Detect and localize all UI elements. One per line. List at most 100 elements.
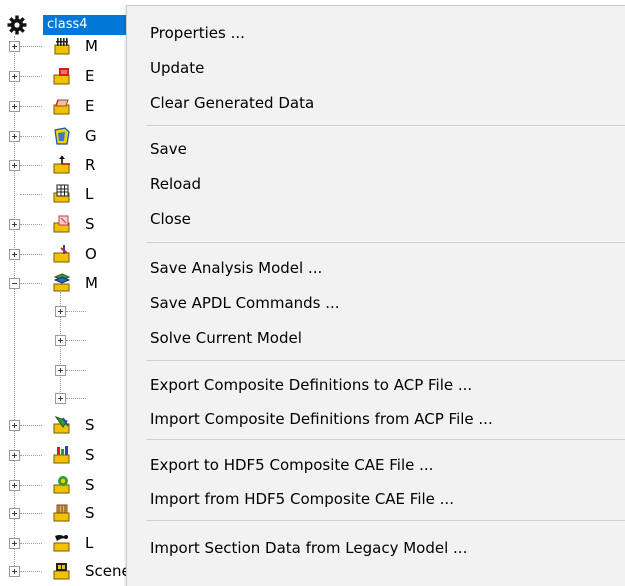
menu-item-clear-generated-data[interactable]: Clear Generated Data [127, 88, 625, 118]
menu-item-label: Import Composite Definitions from ACP Fi… [150, 410, 493, 428]
tree-connector [66, 311, 86, 312]
menu-item-properties[interactable]: Properties ... [127, 18, 625, 48]
tree-connector [20, 254, 42, 255]
gear-icon [7, 15, 27, 35]
tree-connector [20, 224, 42, 225]
menu-item-solve-current-model[interactable]: Solve Current Model [127, 323, 625, 353]
tree-node[interactable]: L [0, 183, 126, 205]
menu-item-save[interactable]: Save [127, 134, 625, 164]
expand-icon[interactable] [9, 566, 20, 577]
tree-node-label: M [85, 274, 98, 292]
expand-icon[interactable] [9, 101, 20, 112]
tree-node[interactable] [0, 329, 126, 351]
menu-item-label: Import from HDF5 Composite CAE File ... [150, 490, 454, 508]
expand-icon[interactable] [9, 41, 20, 52]
tree-connector [20, 106, 42, 107]
menu-item-close[interactable]: Close [127, 204, 625, 234]
tree-node[interactable] [0, 359, 126, 381]
solid-models-icon [53, 504, 70, 522]
tree-connector [20, 571, 42, 572]
tree-connector [20, 425, 42, 426]
expand-icon[interactable] [55, 393, 66, 404]
menu-item-update[interactable]: Update [127, 53, 625, 83]
tree-node[interactable]: M [0, 272, 126, 294]
sensors-icon [53, 476, 70, 494]
menu-item-save-apdl-commands[interactable]: Save APDL Commands ... [127, 288, 625, 318]
edge-sets-icon [53, 99, 70, 115]
expand-icon[interactable] [9, 71, 20, 82]
expand-icon[interactable] [9, 450, 20, 461]
tree-node-label: R [85, 156, 96, 174]
context-menu: Properties ... Update Clear Generated Data… [126, 5, 625, 586]
menu-item-save-analysis-model[interactable]: Save Analysis Model ... [127, 253, 625, 283]
section-cuts-icon [53, 446, 70, 464]
tree-node[interactable]: S [0, 213, 126, 235]
menu-item-label: Save APDL Commands ... [150, 294, 340, 312]
tree-node-label: S [85, 215, 95, 233]
menu-item-import-section-data-from-legacy-model[interactable]: Import Section Data from Legacy Model ..… [127, 533, 625, 563]
menu-item-export-composite-definitions-to-acp-file[interactable]: Export Composite Definitions to ACP File… [127, 370, 625, 400]
menu-separator [146, 520, 625, 521]
tree-node[interactable]: S [0, 444, 126, 466]
expand-icon[interactable] [9, 508, 20, 519]
collapse-icon[interactable] [9, 278, 20, 289]
menu-item-label: Update [150, 59, 205, 77]
tree-node[interactable]: R [0, 154, 126, 176]
tree-node[interactable] [0, 387, 126, 409]
menu-separator [146, 360, 625, 361]
tree-node[interactable]: Scenes [0, 560, 139, 582]
tree-node[interactable]: L [0, 532, 126, 554]
tree-connector [66, 398, 86, 399]
element-sets-icon [53, 68, 70, 85]
tree-node[interactable]: S [0, 502, 126, 524]
oriented-sets-icon [53, 245, 70, 263]
tree-node[interactable]: E [0, 95, 126, 117]
tree-node[interactable]: G [0, 125, 126, 147]
menu-item-label: Close [150, 210, 191, 228]
expand-icon[interactable] [55, 335, 66, 346]
tree-node-label: L [85, 534, 94, 552]
expand-icon[interactable] [9, 420, 20, 431]
tree-node[interactable]: M [0, 35, 126, 57]
tree-connector [20, 46, 42, 47]
tree-connector [20, 136, 42, 137]
tree-connector [66, 340, 86, 341]
menu-item-label: Solve Current Model [150, 329, 302, 347]
tree-root-label: class4 [43, 15, 129, 35]
expand-icon[interactable] [9, 249, 20, 260]
tree-node-label: S [85, 446, 95, 464]
menu-item-label: Export Composite Definitions to ACP File… [150, 376, 473, 394]
tree-node[interactable] [0, 300, 126, 322]
tree-node[interactable]: S [0, 414, 126, 436]
menu-item-label: Import Section Data from Legacy Model ..… [150, 539, 468, 557]
tree-node-label: L [85, 185, 94, 203]
expand-icon[interactable] [9, 480, 20, 491]
selection-rules-icon [53, 215, 70, 233]
menu-separator [146, 125, 625, 126]
expand-icon[interactable] [9, 160, 20, 171]
tree-node-label: G [85, 127, 97, 145]
expand-icon[interactable] [9, 219, 20, 230]
rosettes-icon [53, 155, 70, 174]
menu-item-import-from-hdf5-composite-cae-file[interactable]: Import from HDF5 Composite CAE File ... [127, 484, 625, 514]
expand-icon[interactable] [9, 538, 20, 549]
menu-item-export-to-hdf5-composite-cae-file[interactable]: Export to HDF5 Composite CAE File ... [127, 450, 625, 480]
tree-connector [20, 485, 42, 486]
tree-node[interactable]: E [0, 65, 126, 87]
menu-item-label: Export to HDF5 Composite CAE File ... [150, 456, 434, 474]
menu-item-import-composite-definitions-from-acp-file[interactable]: Import Composite Definitions from ACP Fi… [127, 404, 625, 434]
tree-connector [20, 194, 42, 195]
tree-node[interactable]: O [0, 243, 126, 265]
expand-icon[interactable] [55, 365, 66, 376]
menu-item-reload[interactable]: Reload [127, 169, 625, 199]
tree-node[interactable]: S [0, 474, 126, 496]
geometry-icon [54, 127, 70, 145]
menu-item-label: Save Analysis Model ... [150, 259, 323, 277]
tree-connector [20, 513, 42, 514]
menu-separator [146, 439, 625, 440]
tree-node-label: O [85, 245, 97, 263]
material-data-icon [54, 38, 70, 55]
menu-item-label: Save [150, 140, 187, 158]
expand-icon[interactable] [9, 131, 20, 142]
expand-icon[interactable] [55, 306, 66, 317]
